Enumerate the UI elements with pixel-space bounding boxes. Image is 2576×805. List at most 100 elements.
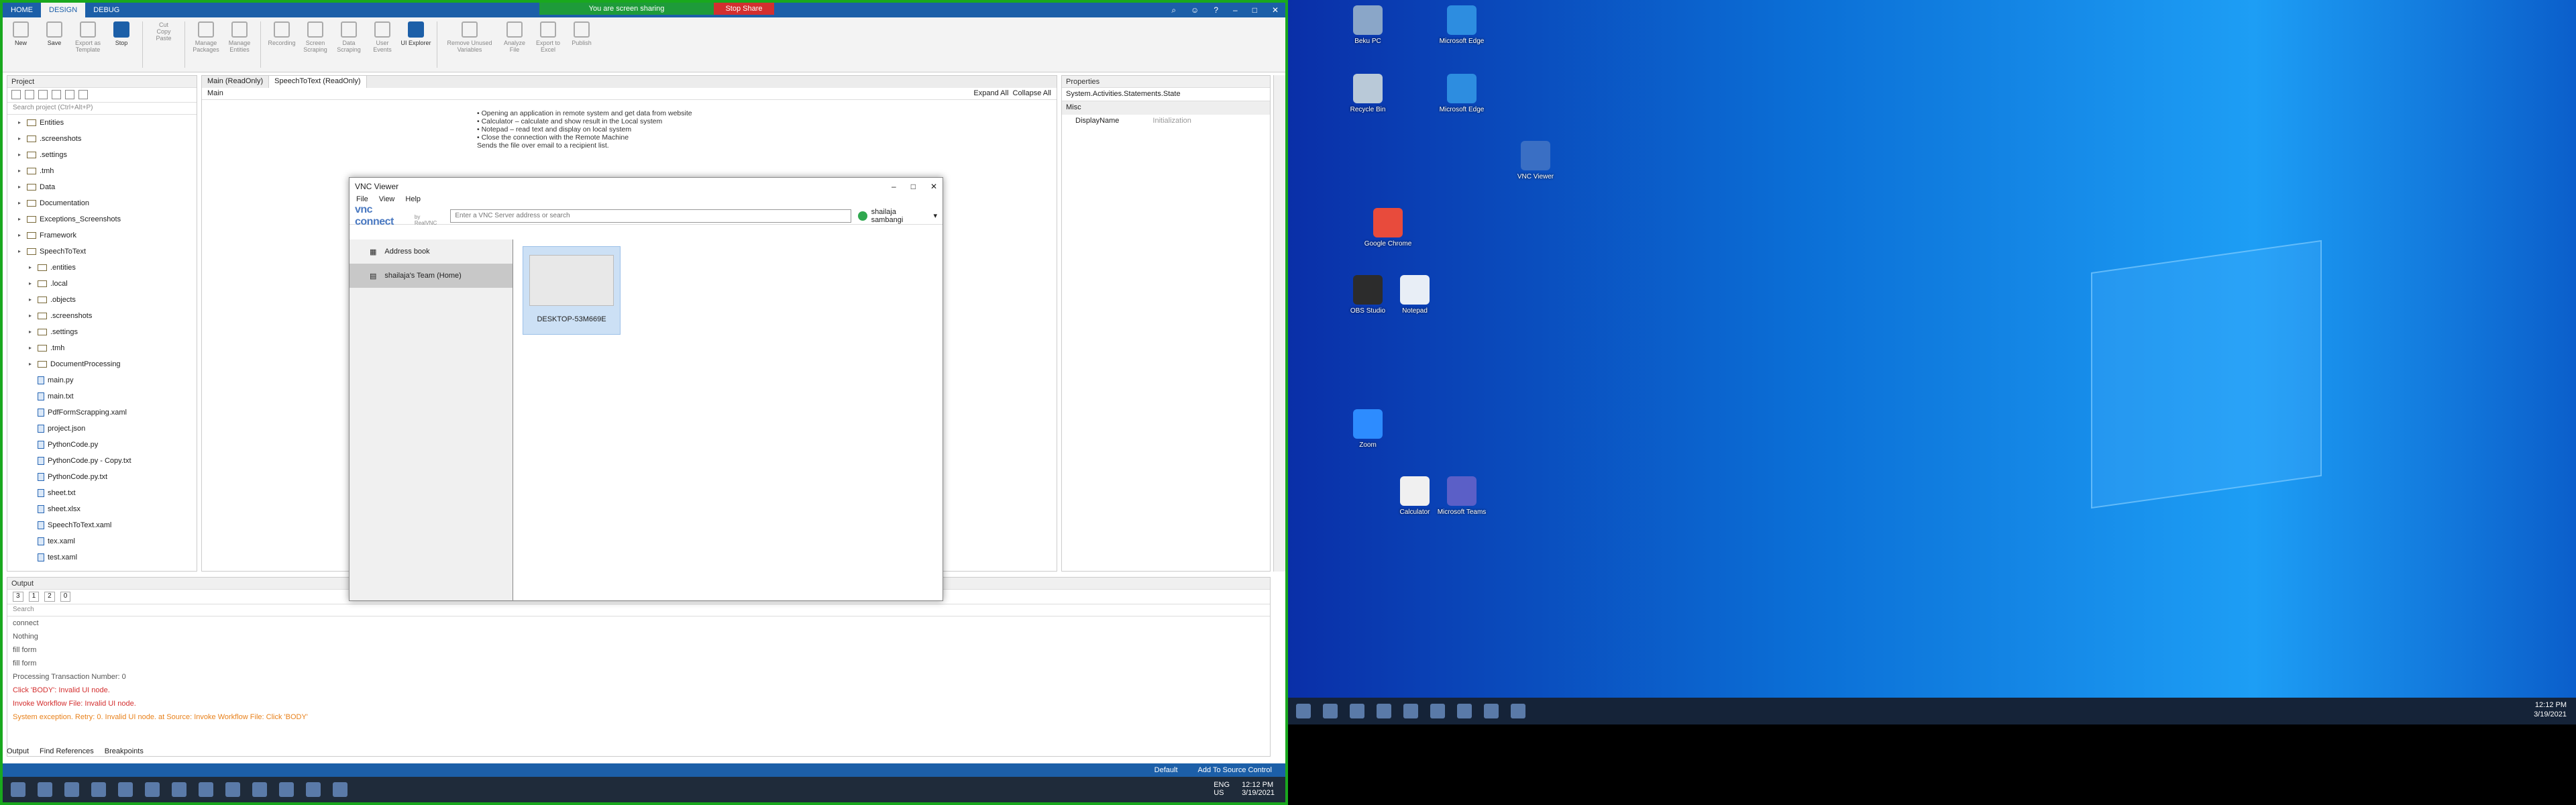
tree-item[interactable]: main.py: [7, 372, 197, 388]
expand-all-link[interactable]: Expand All: [973, 89, 1008, 97]
chevron-icon[interactable]: ▸: [29, 260, 34, 276]
info-badge[interactable]: 2: [44, 592, 55, 602]
start-icon[interactable]: [1296, 704, 1311, 718]
uipath-icon[interactable]: [1457, 704, 1472, 718]
log-line[interactable]: Processing Transaction Number: 0: [7, 670, 1270, 684]
zoom-icon[interactable]: [279, 782, 294, 797]
sidebar-item-address-book[interactable]: ▦ Address book: [350, 239, 513, 264]
chevron-icon[interactable]: ▸: [18, 179, 23, 195]
uipath-icon[interactable]: [252, 782, 267, 797]
vnc-icon[interactable]: [1511, 704, 1525, 718]
cut-button[interactable]: Cut Copy Paste: [148, 21, 179, 68]
tree-item[interactable]: tex.xaml: [7, 533, 197, 549]
tree-item[interactable]: ▸ Documentation: [7, 195, 197, 211]
orchestrator-default[interactable]: Default: [1155, 766, 1178, 774]
manage-entities-button[interactable]: Manage Entities: [224, 21, 255, 68]
desktop-icon[interactable]: VNC Viewer: [1511, 141, 1560, 180]
desktop-icon[interactable]: Beku PC: [1343, 5, 1393, 45]
chrome-icon[interactable]: [199, 782, 213, 797]
log-line[interactable]: fill form: [7, 643, 1270, 657]
desktop-icon[interactable]: Notepad: [1390, 275, 1440, 315]
firefox-icon[interactable]: [225, 782, 240, 797]
tool-icon[interactable]: [38, 90, 48, 99]
tree-item[interactable]: ▸ .tmh: [7, 163, 197, 179]
search-icon[interactable]: ⌕: [1171, 5, 1176, 15]
property-row[interactable]: DisplayName Initialization: [1062, 115, 1270, 127]
log-line[interactable]: Click 'BODY': Invalid UI node.: [7, 684, 1270, 697]
error-badge[interactable]: 3: [13, 592, 23, 602]
log-line[interactable]: System exception. Retry: 0. Invalid UI n…: [7, 710, 1270, 724]
tree-item[interactable]: SpeechToText.xaml: [7, 517, 197, 533]
tree-item[interactable]: test.xaml: [7, 549, 197, 566]
edge-icon[interactable]: [1377, 704, 1391, 718]
close-icon[interactable]: ✕: [930, 182, 937, 191]
tab-home[interactable]: HOME: [3, 3, 41, 17]
gear-icon[interactable]: [78, 90, 88, 99]
vnc-icon[interactable]: [333, 782, 347, 797]
chevron-icon[interactable]: ▸: [18, 244, 23, 260]
tree-item[interactable]: sheet.txt: [7, 485, 197, 501]
search-icon[interactable]: [38, 782, 52, 797]
start-icon[interactable]: [11, 782, 25, 797]
warning-badge[interactable]: 1: [28, 592, 40, 602]
firefox-icon[interactable]: [1430, 704, 1445, 718]
feedback-icon[interactable]: ☺: [1191, 5, 1199, 15]
chevron-icon[interactable]: ▸: [18, 147, 23, 163]
chevron-icon[interactable]: ▸: [29, 356, 34, 372]
chevron-icon[interactable]: ▸: [29, 308, 34, 324]
tree-item[interactable]: PdfFormScrapping.xaml: [7, 405, 197, 421]
source-control-button[interactable]: Add To Source Control: [1198, 766, 1272, 774]
ui-explorer-button[interactable]: UI Explorer: [400, 21, 431, 68]
clock[interactable]: 12:12 PM 3/19/2021: [1242, 781, 1275, 797]
publish-button[interactable]: Publish: [566, 21, 597, 68]
properties-group[interactable]: Misc: [1062, 101, 1270, 115]
vnc-user-menu[interactable]: shailaja sambangi ▾: [857, 208, 937, 224]
chevron-icon[interactable]: ▸: [29, 324, 34, 340]
language[interactable]: ENG US: [1214, 781, 1230, 797]
export-excel-button[interactable]: Export to Excel: [533, 21, 564, 68]
tree-item[interactable]: ▸ SpeechToText: [7, 244, 197, 260]
close-icon[interactable]: ✕: [1272, 5, 1279, 15]
tree-item[interactable]: ▸ .settings: [7, 324, 197, 340]
clock[interactable]: 12:12 PM 3/19/2021: [2534, 700, 2567, 719]
task-view-icon[interactable]: [64, 782, 79, 797]
tree-item[interactable]: PythonCode.py.txt: [7, 469, 197, 485]
tab-design[interactable]: DESIGN: [41, 3, 86, 17]
tab-speech-to-text[interactable]: SpeechToText (ReadOnly): [269, 76, 367, 88]
tab-debug[interactable]: DEBUG: [85, 3, 127, 17]
desktop-icon[interactable]: Google Chrome: [1363, 208, 1413, 248]
recording-button[interactable]: Recording: [266, 21, 297, 68]
desktop-icon[interactable]: Microsoft Edge: [1437, 74, 1487, 113]
log-line[interactable]: Invoke Workflow File: Invalid UI node.: [7, 697, 1270, 710]
desktop-icon[interactable]: Microsoft Edge: [1437, 5, 1487, 45]
tree-item[interactable]: ▸ .objects: [7, 292, 197, 308]
tree-item[interactable]: PythonCode.py: [7, 437, 197, 453]
chevron-icon[interactable]: ▸: [29, 340, 34, 356]
minimize-icon[interactable]: –: [892, 182, 896, 191]
maximize-icon[interactable]: □: [911, 182, 916, 191]
desktop-icon[interactable]: Calculator: [1390, 476, 1440, 516]
help-icon[interactable]: ?: [1214, 5, 1218, 15]
task-view-icon[interactable]: [1323, 704, 1338, 718]
remove-unused-variables-button[interactable]: Remove Unused Variables: [443, 21, 496, 68]
tree-item[interactable]: ▸ .screenshots: [7, 308, 197, 324]
manage-packages-button[interactable]: Manage Packages: [191, 21, 221, 68]
chevron-icon[interactable]: ▸: [18, 195, 23, 211]
stop-button[interactable]: Stop: [106, 21, 137, 68]
tool-icon[interactable]: [11, 90, 21, 99]
data-scraping-button[interactable]: Data Scraping: [333, 21, 364, 68]
user-events-button[interactable]: User Events: [367, 21, 398, 68]
tree-item[interactable]: ▸ Entities: [7, 115, 197, 131]
output-search-input[interactable]: Search: [7, 604, 1270, 616]
chrome-icon[interactable]: [1403, 704, 1418, 718]
minimize-icon[interactable]: –: [1233, 5, 1238, 15]
resources-strip[interactable]: [1273, 75, 1285, 572]
analyze-file-button[interactable]: Analyze File: [499, 21, 530, 68]
tree-item[interactable]: ▸ .settings: [7, 147, 197, 163]
tree-item[interactable]: ▸ DocumentProcessing: [7, 356, 197, 372]
screen-scraping-button[interactable]: Screen Scraping: [300, 21, 331, 68]
chevron-icon[interactable]: ▸: [18, 115, 23, 131]
app-icon[interactable]: [172, 782, 186, 797]
chevron-icon[interactable]: ▸: [18, 131, 23, 147]
chevron-icon[interactable]: ▸: [29, 276, 34, 292]
